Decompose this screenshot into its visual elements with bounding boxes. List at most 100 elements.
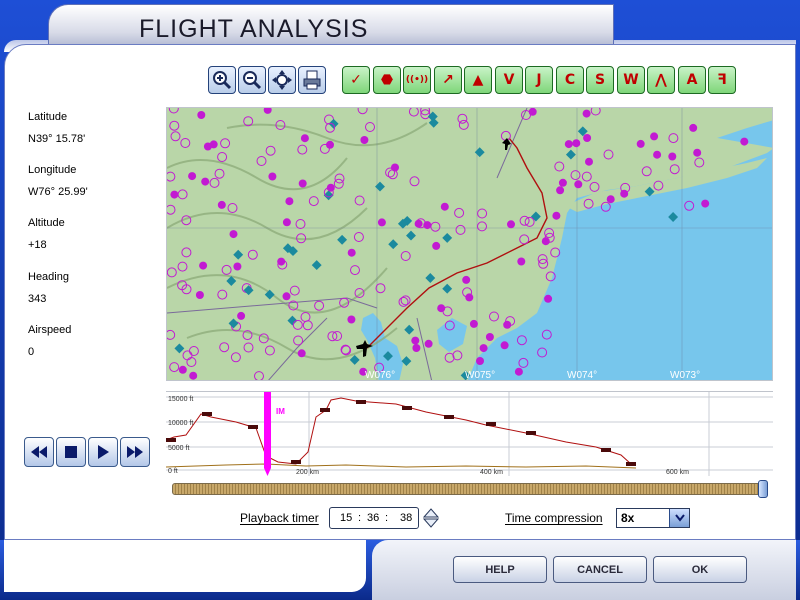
timer-spinner[interactable]: [422, 507, 440, 529]
playback-timer-field[interactable]: 15 : 36 : 38: [329, 507, 419, 529]
airport-marker[interactable]: [606, 195, 615, 204]
airport-marker[interactable]: [297, 349, 306, 358]
airport-marker[interactable]: [300, 134, 309, 143]
fast-forward-button[interactable]: [120, 437, 150, 467]
airport-marker[interactable]: [476, 357, 484, 365]
airport-marker[interactable]: [347, 248, 356, 257]
airport-marker[interactable]: [432, 241, 441, 250]
airport-marker[interactable]: [440, 202, 449, 211]
flight-path-filter-button[interactable]: ↗: [434, 66, 462, 94]
airport-marker[interactable]: [199, 261, 208, 270]
playback-position-marker[interactable]: [264, 392, 271, 468]
longitude-label: Longitude: [28, 164, 77, 176]
airport-marker[interactable]: [201, 177, 210, 186]
airport-marker[interactable]: [282, 218, 291, 227]
airport-marker[interactable]: [469, 319, 478, 328]
airport-marker[interactable]: [701, 199, 710, 208]
airport-marker[interactable]: [503, 320, 512, 329]
airport-marker[interactable]: [479, 344, 488, 353]
airport-marker[interactable]: [574, 180, 583, 189]
airport-marker[interactable]: [347, 315, 356, 324]
ok-button[interactable]: OK: [653, 556, 747, 583]
airport-marker[interactable]: [541, 237, 550, 246]
airport-marker[interactable]: [326, 183, 335, 192]
airport-marker[interactable]: [514, 367, 523, 376]
radio-beacon-filter-button[interactable]: ((•)): [403, 66, 431, 94]
airport-marker[interactable]: [170, 190, 179, 199]
airport-marker[interactable]: [285, 197, 294, 206]
flight-map[interactable]: W076° W075° W074° W073°: [166, 107, 773, 381]
stop-sign-filter-button[interactable]: ⬣: [373, 66, 401, 94]
print-button[interactable]: [298, 66, 326, 94]
airport-marker[interactable]: [360, 136, 369, 144]
airport-marker[interactable]: [412, 344, 421, 352]
airport-marker[interactable]: [411, 336, 420, 345]
airport-marker[interactable]: [268, 172, 277, 181]
airport-marker[interactable]: [552, 211, 561, 220]
spinner-down-icon[interactable]: [422, 518, 440, 528]
timeline-handle[interactable]: [758, 480, 768, 498]
airport-marker[interactable]: [195, 291, 204, 299]
playback-timeline-slider[interactable]: [172, 483, 765, 495]
chevron-down-icon[interactable]: [669, 509, 689, 527]
holding-pattern-filter-button[interactable]: C: [556, 66, 584, 94]
airport-marker[interactable]: [693, 148, 702, 157]
airport-marker[interactable]: [507, 220, 515, 229]
airport-marker[interactable]: [437, 304, 446, 313]
airport-marker[interactable]: [391, 163, 399, 172]
airport-marker[interactable]: [233, 262, 242, 271]
airport-marker[interactable]: [668, 152, 677, 161]
airport-marker[interactable]: [277, 257, 286, 266]
airport-marker[interactable]: [465, 293, 474, 302]
airport-marker[interactable]: [583, 134, 592, 142]
airport-marker[interactable]: [500, 341, 509, 350]
airport-marker[interactable]: [572, 139, 581, 148]
airport-marker[interactable]: [636, 139, 645, 148]
check-filter-button[interactable]: ✓: [342, 66, 370, 94]
airport-marker[interactable]: [178, 365, 187, 374]
procedure-filter-button[interactable]: ꟻ: [708, 66, 736, 94]
spinner-up-icon[interactable]: [422, 508, 440, 518]
airport-marker[interactable]: [377, 218, 386, 227]
airport-marker[interactable]: [298, 179, 307, 188]
airport-marker[interactable]: [414, 219, 423, 228]
airport-marker[interactable]: [653, 150, 662, 159]
stop-button[interactable]: [56, 437, 86, 467]
airport-marker[interactable]: [229, 230, 238, 239]
approach-filter-button[interactable]: A: [678, 66, 706, 94]
airport-marker[interactable]: [424, 339, 433, 348]
airport-marker[interactable]: [582, 109, 591, 118]
zoom-in-button[interactable]: [208, 66, 236, 94]
waypoint-filter-button[interactable]: W: [617, 66, 645, 94]
airport-marker[interactable]: [544, 294, 553, 303]
airport-marker[interactable]: [740, 137, 749, 146]
center-map-button[interactable]: [268, 66, 296, 94]
airport-marker[interactable]: [485, 333, 494, 341]
airport-marker[interactable]: [282, 292, 291, 301]
terrain-filter-button[interactable]: ⋀: [647, 66, 675, 94]
rewind-button[interactable]: [24, 437, 54, 467]
triangle-filter-button[interactable]: ▲: [464, 66, 492, 94]
airport-marker[interactable]: [237, 311, 246, 320]
airport-marker[interactable]: [188, 172, 197, 181]
play-button[interactable]: [88, 437, 118, 467]
airport-marker[interactable]: [585, 157, 593, 166]
airport-marker[interactable]: [517, 257, 526, 266]
airport-marker[interactable]: [689, 123, 698, 132]
airport-marker[interactable]: [197, 111, 206, 119]
airport-marker[interactable]: [564, 140, 573, 149]
airport-marker[interactable]: [209, 140, 218, 149]
vor-filter-button[interactable]: V: [495, 66, 523, 94]
airport-marker[interactable]: [650, 132, 659, 141]
jet-route-filter-button[interactable]: J: [525, 66, 553, 94]
time-compression-select[interactable]: 8x: [616, 508, 690, 528]
cancel-button[interactable]: CANCEL: [553, 556, 647, 583]
zoom-out-button[interactable]: [238, 66, 266, 94]
airway-filter-button[interactable]: S: [586, 66, 614, 94]
airport-marker[interactable]: [217, 200, 226, 209]
airport-marker[interactable]: [189, 371, 198, 380]
airport-marker[interactable]: [462, 275, 471, 284]
airport-marker[interactable]: [556, 186, 565, 195]
help-button[interactable]: HELP: [453, 556, 547, 583]
airport-marker[interactable]: [558, 178, 567, 187]
